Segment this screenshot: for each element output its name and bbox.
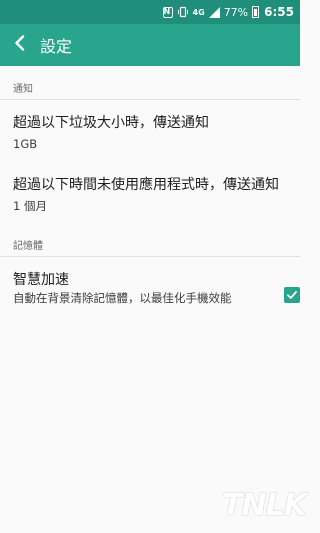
page-title: 設定: [40, 37, 73, 56]
chevron-left-icon: [13, 35, 27, 55]
battery-percent: 77%: [223, 5, 249, 19]
check-icon: [286, 286, 298, 305]
divider: [0, 99, 300, 100]
clock: 6:55: [264, 5, 294, 19]
4g-icon: 4G: [192, 7, 205, 17]
section-header-notify: 通知: [13, 84, 33, 95]
setting-description: 自動在背景清除記憶體，以最佳化手機效能: [13, 291, 232, 305]
setting-unused-apps[interactable]: 超過以下時間未使用應用程式時，傳送通知 1 個月: [13, 176, 307, 214]
setting-title: 超過以下垃圾大小時，傳送通知: [13, 115, 209, 131]
nfc-icon: N: [162, 6, 173, 18]
status-bar: N 4G 77% 6:55: [0, 0, 300, 24]
setting-junk-size[interactable]: 超過以下垃圾大小時，傳送通知 1GB: [13, 114, 307, 152]
smart-boost-checkbox[interactable]: [284, 287, 300, 303]
setting-value: 1GB: [13, 137, 38, 151]
setting-smart-boost[interactable]: 智慧加速 自動在背景清除記憶體，以最佳化手機效能: [13, 271, 260, 306]
setting-title: 超過以下時間未使用應用程式時，傳送通知: [13, 177, 279, 193]
section-header-memory: 記憶體: [13, 241, 43, 252]
setting-value: 1 個月: [13, 199, 47, 213]
back-button[interactable]: [2, 24, 38, 66]
battery-icon: [252, 6, 260, 18]
app-bar: 設定: [0, 24, 300, 66]
divider: [0, 256, 300, 257]
watermark-logo: TNLK: [222, 488, 307, 523]
vibrate-icon: [177, 6, 189, 18]
signal-icon: [208, 6, 220, 18]
setting-title: 智慧加速: [13, 272, 69, 288]
